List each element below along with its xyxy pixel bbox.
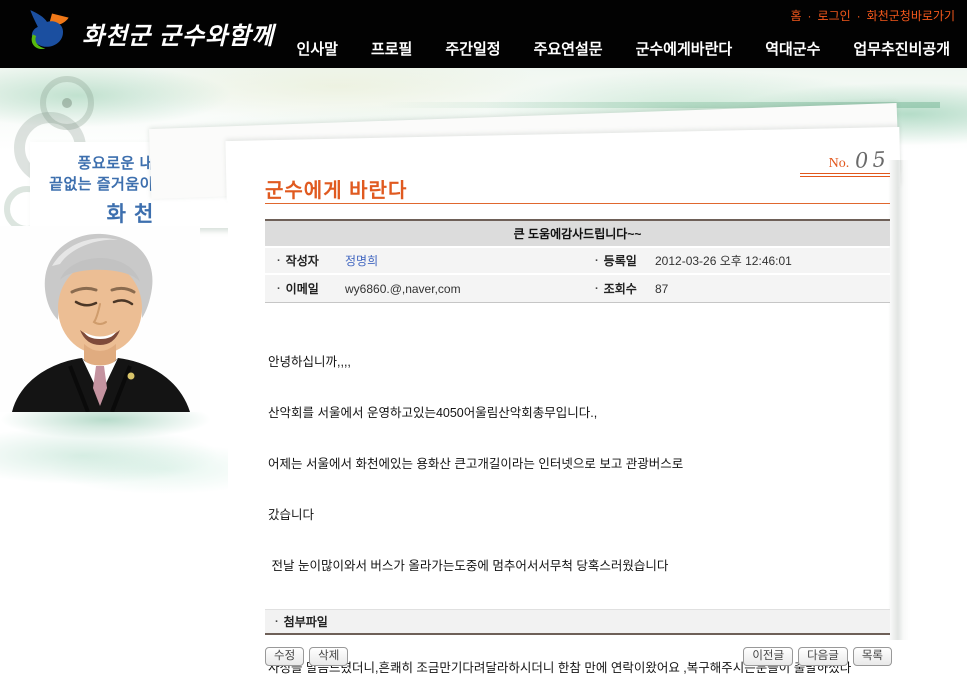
nav-item-profile[interactable]: 프로필: [371, 38, 412, 59]
body-line: 안녕하십니까,,,,: [268, 354, 890, 371]
email-value: wy6860.@,naver,com: [345, 282, 595, 296]
nav-item-speeches[interactable]: 주요연설문: [534, 38, 603, 59]
post-number-label: No.: [829, 156, 850, 172]
body-line: 어제는 서울에서 화천에있는 용화산 큰고개길이라는 인터넷으로 보고 관광버스…: [268, 456, 890, 473]
date-value: 2012-03-26 오후 12:46:01: [655, 252, 890, 269]
nav-item-past-mayors[interactable]: 역대군수: [765, 38, 820, 59]
post-number-underline: [800, 173, 890, 177]
title-divider: [265, 203, 890, 204]
post-number-box: No. 05: [758, 148, 890, 177]
edit-button[interactable]: 수정: [265, 647, 304, 666]
page: 화천군 군수와함께 홈 · 로그인 · 화천군청바로가기 인사말 프로필 주간일…: [0, 0, 967, 684]
right-button-group: 이전글 다음글 목록: [743, 647, 892, 666]
table-row: · 이메일 wy6860.@,naver,com · 조회수 87: [265, 275, 890, 302]
author-link[interactable]: 정명희: [345, 254, 378, 268]
post-subject: 큰 도움에감사드립니다~~: [514, 225, 642, 242]
utility-separator: ·: [808, 9, 812, 23]
date-label: · 등록일: [595, 252, 655, 269]
logo-bird-icon: [22, 8, 72, 59]
page-title: 군수에게 바란다: [265, 174, 407, 203]
bullet-icon: ·: [277, 283, 281, 295]
prev-post-button[interactable]: 이전글: [743, 647, 793, 666]
post-number-value: 05: [855, 147, 891, 173]
body-line: 전날 눈이많이와서 버스가 올라가는도중에 멈추어서서무척 당혹스러웠습니다: [268, 558, 890, 575]
author-value: 정명희: [345, 252, 595, 269]
views-value: 87: [655, 282, 890, 296]
nav-item-ask-the-mayor[interactable]: 군수에게바란다: [636, 38, 733, 59]
county-shortcut-link[interactable]: 화천군청바로가기: [867, 7, 955, 24]
logo-text: 화천군 군수와함께: [82, 16, 274, 51]
logo[interactable]: 화천군 군수와함께: [22, 8, 274, 59]
body-line: 갔습니다: [268, 507, 890, 524]
header-bar: 화천군 군수와함께 홈 · 로그인 · 화천군청바로가기 인사말 프로필 주간일…: [0, 0, 967, 68]
bullet-icon: ·: [277, 255, 281, 267]
nav-item-greeting[interactable]: 인사말: [297, 38, 338, 59]
nav-item-weekly-schedule[interactable]: 주간일정: [445, 38, 500, 59]
button-row: 수정 삭제 이전글 다음글 목록: [265, 647, 892, 666]
body-line: 산악회를 서울에서 운영하고있는4050어울림산악회총무입니다.,: [268, 405, 890, 422]
utility-separator: ·: [857, 9, 861, 23]
attachment-label: · 첨부파일: [275, 613, 328, 630]
left-button-group: 수정 삭제: [265, 647, 348, 666]
main-nav: 인사말 프로필 주간일정 주요연설문 군수에게바란다 역대군수 업무추진비공개: [297, 38, 950, 59]
views-label: · 조회수: [595, 280, 655, 297]
bullet-icon: ·: [595, 283, 599, 295]
bullet-icon: ·: [595, 255, 599, 267]
login-link[interactable]: 로그인: [818, 7, 851, 24]
utility-links: 홈 · 로그인 · 화천군청바로가기: [791, 7, 956, 24]
post-info-table: · 작성자 정명희 · 등록일 2012-03-26 오후 12:46:01 ·…: [265, 248, 890, 303]
list-button[interactable]: 목록: [853, 647, 892, 666]
author-label: · 작성자: [265, 252, 345, 269]
email-label: · 이메일: [265, 280, 345, 297]
home-link[interactable]: 홈: [791, 7, 802, 24]
next-post-button[interactable]: 다음글: [798, 647, 848, 666]
nav-item-expense-disclosure[interactable]: 업무추진비공개: [853, 38, 950, 59]
attachment-bar: · 첨부파일: [265, 609, 890, 635]
board-content: No. 05 군수에게 바란다 큰 도움에감사드립니다~~ · 작성자 정명희 …: [0, 0, 967, 684]
post-subject-bar: 큰 도움에감사드립니다~~: [265, 219, 890, 246]
table-row: · 작성자 정명희 · 등록일 2012-03-26 오후 12:46:01: [265, 248, 890, 275]
delete-button[interactable]: 삭제: [309, 647, 348, 666]
bullet-icon: ·: [275, 616, 279, 628]
